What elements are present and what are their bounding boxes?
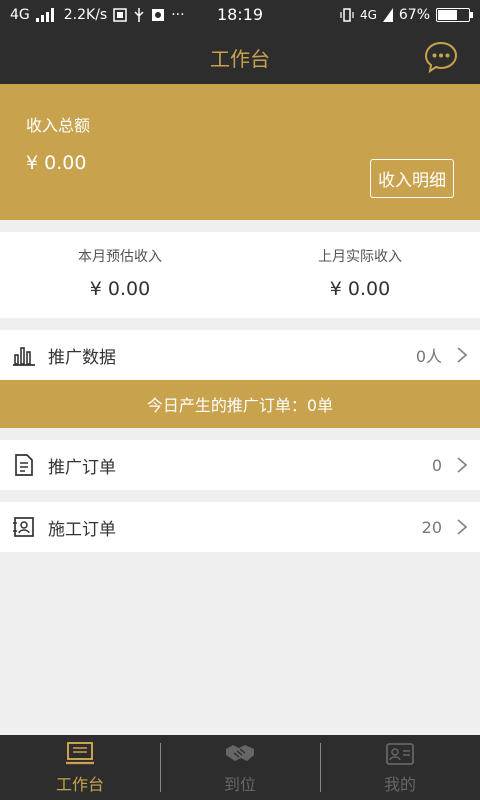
status-left: 4G 2.2K/s ··· [10, 7, 185, 23]
network-right-label: 4G [359, 8, 377, 22]
promo-data-value: 0人 [415, 347, 442, 366]
tab-arrival-label: 到位 [223, 774, 256, 794]
chevron-right-icon [457, 457, 468, 473]
promo-orders-value: 0 [431, 455, 442, 475]
signal-right-icon [382, 8, 393, 22]
build-orders-label: 施工订单 [48, 519, 116, 540]
more-icon: ··· [171, 7, 185, 23]
promo-orders-label: 推广订单 [48, 457, 116, 478]
clock: 18:19 [216, 5, 264, 24]
build-orders-value: 20 [421, 517, 442, 537]
tab-mine-label: 我的 [383, 774, 416, 794]
document-icon [15, 454, 33, 476]
income-detail-button[interactable]: 收入明细 [370, 159, 454, 198]
sim-icon [113, 8, 127, 22]
battery-percent: 67% [398, 7, 430, 23]
handshake-icon [226, 744, 254, 761]
promo-orders-row[interactable]: 推广订单 0 [0, 440, 480, 490]
build-orders-row[interactable]: 施工订单 20 [0, 502, 480, 552]
battery-level [438, 10, 458, 20]
last-month-label: 上月实际收入 [318, 249, 402, 265]
bottom-tab-bar: 工作台 到位 我的 [0, 735, 480, 800]
tab-workbench-label: 工作台 [55, 774, 104, 794]
tab-workbench[interactable]: 工作台 [0, 735, 160, 800]
income-summary: 本月预估收入 ¥ 0.00 上月实际收入 ¥ 0.00 [0, 232, 480, 318]
battery-icon [436, 8, 473, 22]
profile-card-icon [386, 742, 414, 765]
last-month-value: ¥ 0.00 [329, 278, 391, 300]
app-header: 工作台 [0, 30, 480, 84]
speed-label: 2.2K/s [63, 7, 108, 23]
chat-bubble-icon[interactable] [424, 40, 458, 74]
this-month-label: 本月预估收入 [78, 249, 162, 265]
status-right: 4G 67% [340, 7, 473, 23]
vibrate-icon [340, 8, 354, 22]
income-total-amount: ¥ 0.00 [26, 152, 87, 174]
notification-icon [152, 9, 165, 21]
tab-arrival[interactable]: 到位 [160, 735, 320, 800]
income-total-card: 收入总额 ¥ 0.00 收入明细 [0, 84, 480, 220]
usb-icon [134, 8, 144, 22]
chevron-right-icon [457, 519, 468, 535]
last-month-actual: 上月实际收入 ¥ 0.00 [240, 232, 480, 318]
promo-data-label: 推广数据 [48, 347, 116, 368]
contact-book-icon [13, 517, 34, 537]
signal-icon [35, 8, 54, 22]
network-label: 4G [10, 7, 30, 23]
tab-mine[interactable]: 我的 [320, 735, 480, 800]
status-bar: 4G 2.2K/s ··· 18:19 4G 67% [0, 0, 480, 30]
workbench-icon [66, 741, 94, 764]
today-orders-banner: 今日产生的推广订单：0单 [0, 380, 480, 428]
page-title: 工作台 [210, 46, 270, 71]
this-month-estimate: 本月预估收入 ¥ 0.00 [0, 232, 240, 318]
income-total-label: 收入总额 [26, 116, 91, 135]
bar-chart-icon [13, 347, 35, 366]
this-month-value: ¥ 0.00 [89, 278, 151, 300]
promo-data-row[interactable]: 推广数据 0人 [0, 330, 480, 380]
chevron-right-icon [457, 347, 468, 363]
